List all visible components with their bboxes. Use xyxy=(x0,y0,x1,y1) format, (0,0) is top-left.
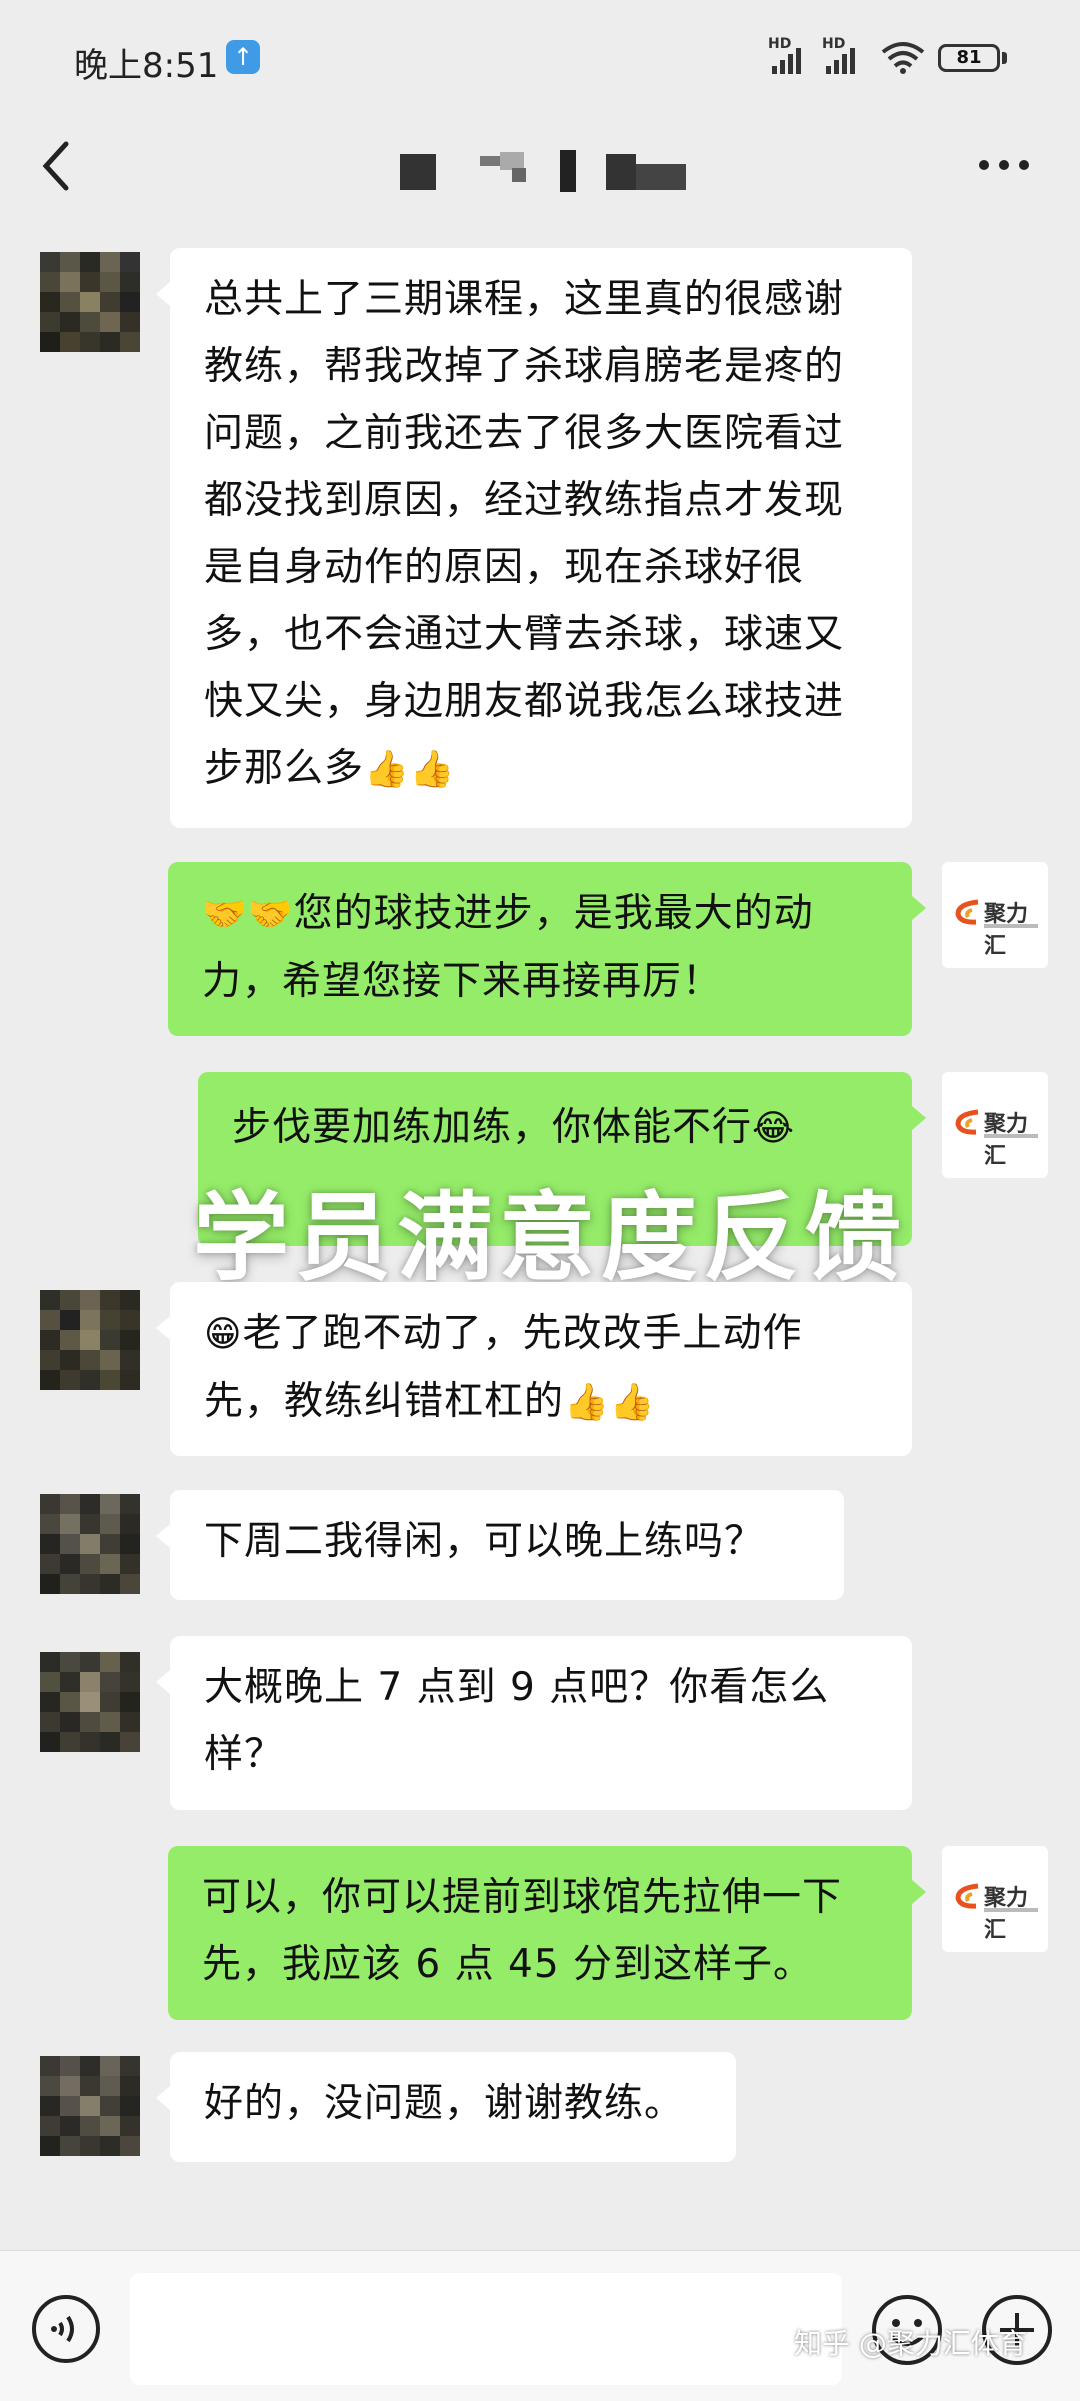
signal-icon xyxy=(826,48,855,74)
voice-icon[interactable] xyxy=(30,2293,102,2365)
more-icon[interactable] xyxy=(976,150,1032,180)
message-bubble-incoming[interactable]: 大概晚上 7 点到 9 点吧？你看怎么样？ xyxy=(156,1636,912,1810)
signal-icon xyxy=(772,48,801,74)
laughing-emoji-icon: 😂 xyxy=(752,1108,796,1149)
message-bubble-outgoing[interactable]: 🤝🤝您的球技进步，是我最大的动力，希望您接下来再接再厉！ xyxy=(168,862,926,1036)
message-text: 总共上了三期课程，这里真的很感谢教练，帮我改掉了杀球肩膀老是疼的问题，之前我还去… xyxy=(204,277,845,791)
coach-avatar-text: 聚力汇 xyxy=(984,1112,1029,1169)
message-bubble-incoming[interactable]: 总共上了三期课程，这里真的很感谢教练，帮我改掉了杀球肩膀老是疼的问题，之前我还去… xyxy=(156,248,912,828)
message-bubble-outgoing[interactable]: 可以，你可以提前到球馆先拉伸一下先，我应该 6 点 45 分到这样子。 xyxy=(168,1846,926,2020)
message-text: 您的球技进步，是我最大的动力，希望您接下来再接再厉！ xyxy=(202,891,814,1004)
thumbs-up-icon: 👍👍 xyxy=(364,749,456,790)
battery-icon: 81 xyxy=(938,44,1000,72)
coach-logo-icon xyxy=(955,1883,979,1909)
upload-icon: ↑ xyxy=(226,40,260,74)
user-avatar[interactable] xyxy=(40,252,140,352)
coach-avatar[interactable]: 聚力汇 xyxy=(942,862,1048,968)
grinning-emoji-icon: 😁 xyxy=(204,1314,243,1355)
wifi-icon xyxy=(881,42,925,74)
coach-avatar-subtitle xyxy=(984,1134,1038,1138)
coach-avatar[interactable]: 聚力汇 xyxy=(942,1072,1048,1178)
chat-title-bar xyxy=(0,120,1080,220)
message-text: 老了跑不动了，先改改手上动作先，教练纠错杠杠的 xyxy=(204,1311,803,1424)
overlay-title: 学员满意度反馈 xyxy=(193,1182,907,1294)
user-avatar[interactable] xyxy=(40,1494,140,1594)
battery-level: 81 xyxy=(956,47,982,68)
message-text: 好的，没问题，谢谢教练。 xyxy=(204,2081,685,2126)
coach-avatar-text: 聚力汇 xyxy=(984,902,1029,959)
user-avatar[interactable] xyxy=(40,1652,140,1752)
coach-avatar-subtitle xyxy=(984,924,1038,928)
status-bar: 晚上8:51 ↑ HD HD 81 xyxy=(0,0,1080,120)
message-bubble-incoming[interactable]: 下周二我得闲，可以晚上练吗？ xyxy=(156,1490,844,1600)
watermark: 知乎 @聚力汇体育 xyxy=(794,2327,1027,2360)
message-text: 下周二我得闲，可以晚上练吗？ xyxy=(204,1519,765,1564)
chat-title-masked xyxy=(400,150,686,192)
handshake-icon: 🤝🤝 xyxy=(202,894,294,935)
thumbs-up-icon: 👍👍 xyxy=(564,1382,656,1423)
coach-avatar-text: 聚力汇 xyxy=(984,1886,1029,1943)
user-avatar[interactable] xyxy=(40,1290,140,1390)
message-text: 大概晚上 7 点到 9 点吧？你看怎么样？ xyxy=(204,1665,830,1777)
message-input[interactable] xyxy=(130,2273,842,2385)
coach-logo-icon xyxy=(955,899,979,925)
message-text: 步伐要加练加练，你体能不行 xyxy=(232,1105,753,1150)
message-bubble-incoming[interactable]: 😁老了跑不动了，先改改手上动作先，教练纠错杠杠的👍👍 xyxy=(156,1282,912,1456)
coach-logo-icon xyxy=(955,1109,979,1135)
message-text: 可以，你可以提前到球馆先拉伸一下先，我应该 6 点 45 分到这样子。 xyxy=(202,1875,843,1987)
message-bubble-incoming[interactable]: 好的，没问题，谢谢教练。 xyxy=(156,2052,736,2162)
user-avatar[interactable] xyxy=(40,2056,140,2156)
status-time: 晚上8:51 xyxy=(74,46,219,86)
battery-tip xyxy=(1002,52,1007,64)
coach-avatar[interactable]: 聚力汇 xyxy=(942,1846,1048,1952)
coach-avatar-subtitle xyxy=(984,1908,1038,1912)
back-icon[interactable] xyxy=(36,136,76,196)
